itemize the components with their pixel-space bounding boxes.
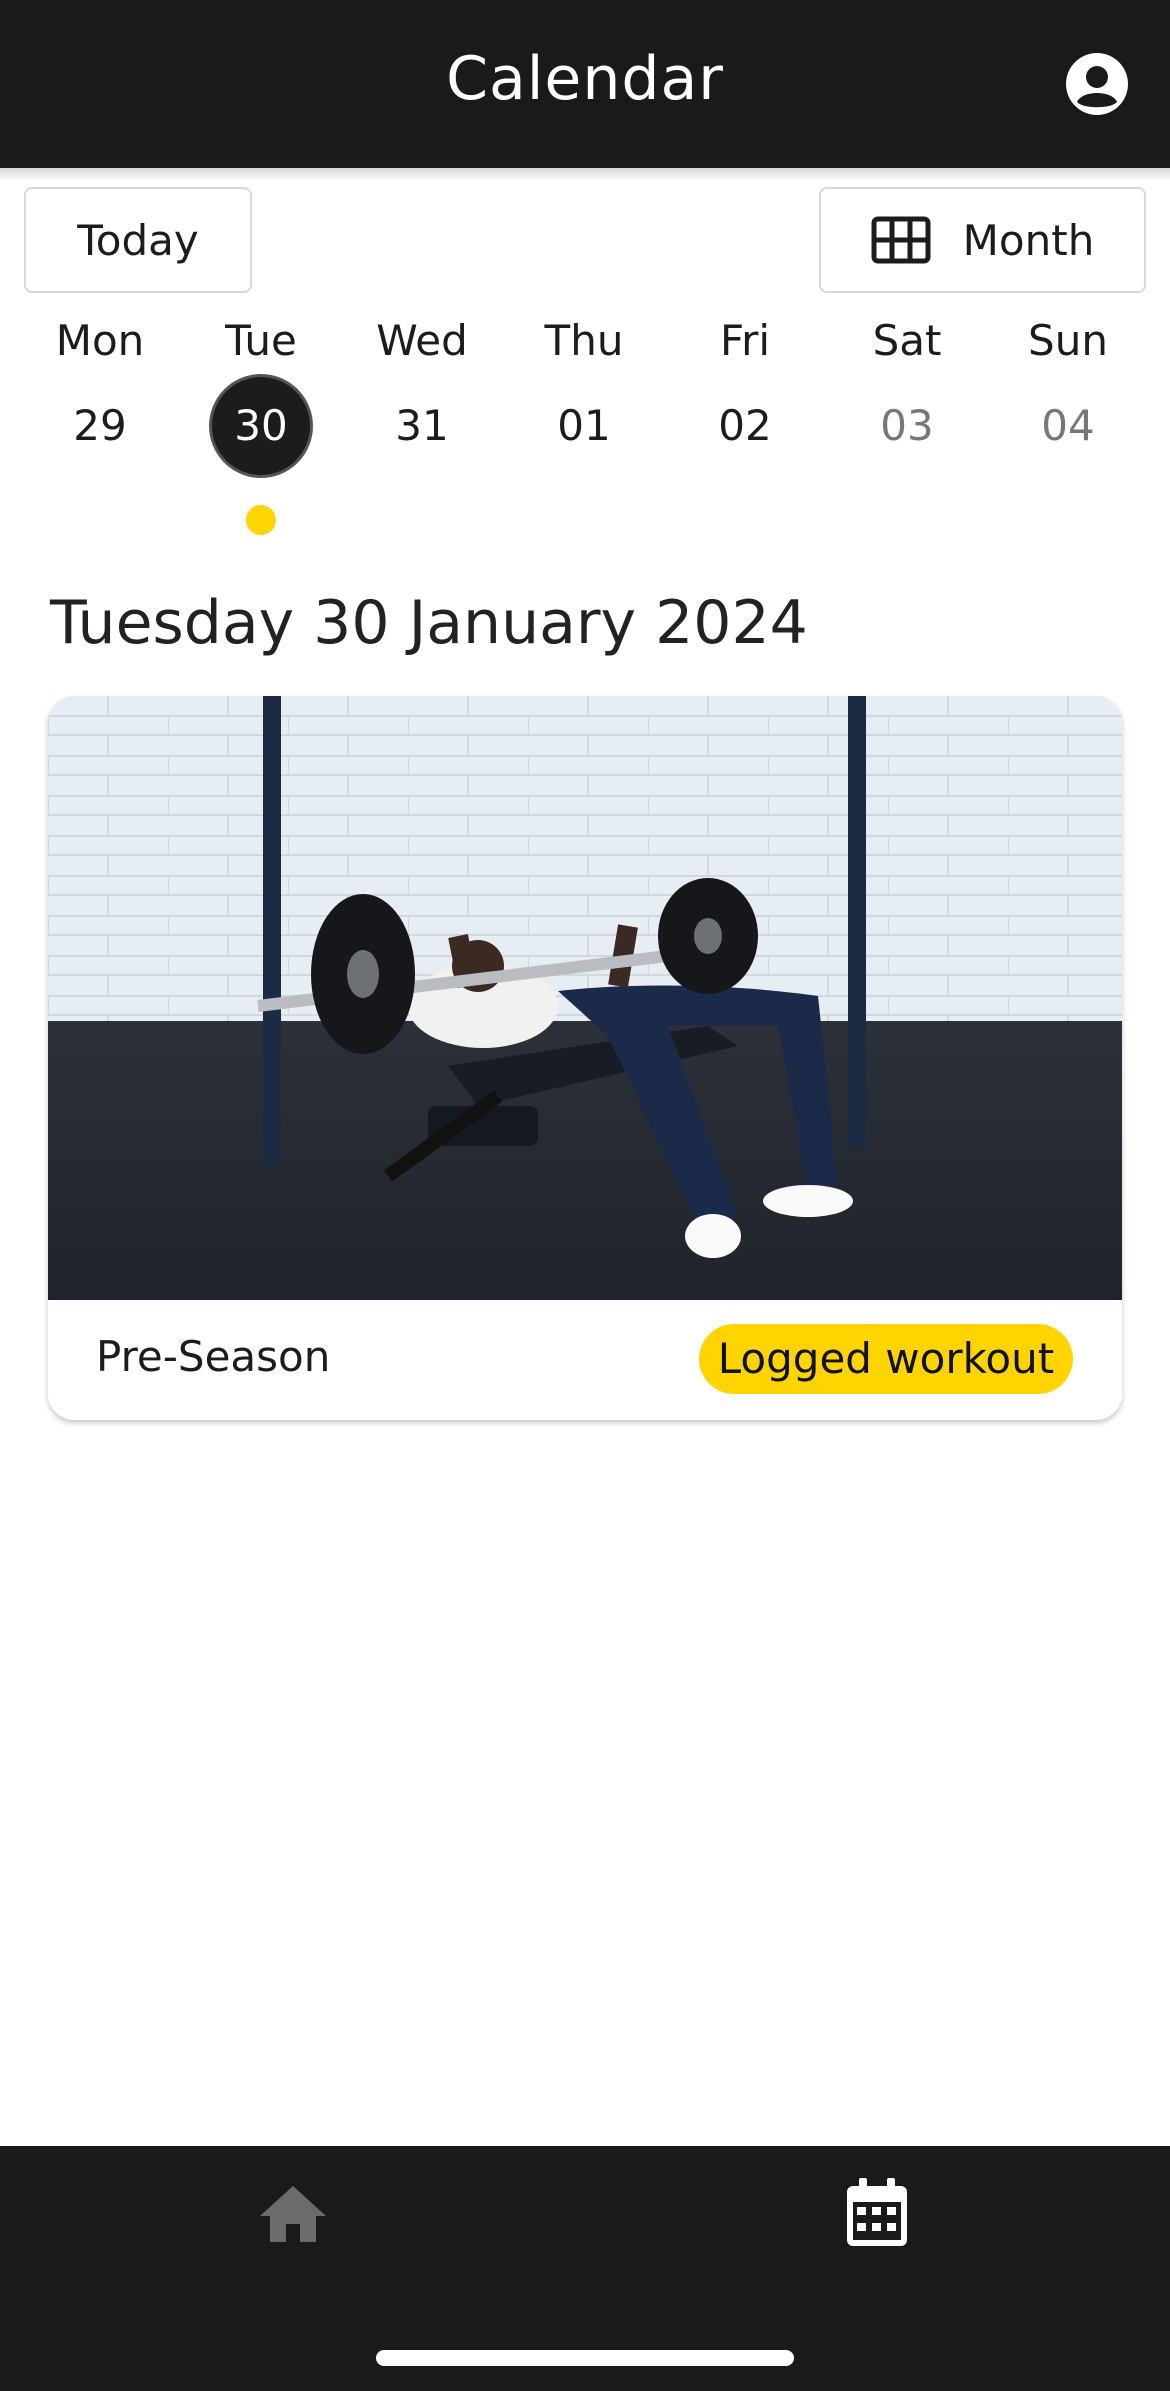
nav-calendar-button[interactable] <box>846 2178 908 2248</box>
day-number[interactable]: 03 <box>855 374 959 478</box>
grid-icon <box>871 216 931 264</box>
event-indicator-dot <box>246 505 276 535</box>
day-number[interactable]: 01 <box>532 374 636 478</box>
day-number[interactable]: 02 <box>693 374 797 478</box>
day-name: Wed <box>376 316 468 365</box>
page-title: Calendar <box>446 44 724 114</box>
workout-title: Pre-Season <box>96 1332 331 1381</box>
home-indicator <box>376 2350 794 2366</box>
month-view-button[interactable]: Month <box>819 187 1146 293</box>
month-label: Month <box>962 215 1095 265</box>
profile-button[interactable] <box>1065 52 1129 116</box>
today-button[interactable]: Today <box>24 187 252 293</box>
top-app-bar: Calendar <box>0 0 1170 168</box>
day-name: Mon <box>55 316 145 365</box>
calendar-icon <box>847 2178 907 2246</box>
workout-card[interactable]: Pre-Season Logged workout <box>48 696 1122 1420</box>
nav-home-button[interactable] <box>258 2184 328 2244</box>
workout-image <box>48 696 1122 1300</box>
today-label: Today <box>77 215 199 265</box>
day-number-selected[interactable]: 30 <box>209 374 313 478</box>
day-number[interactable]: 29 <box>48 374 152 478</box>
day-name: Thu <box>544 316 624 365</box>
account-circle-icon <box>1066 53 1128 115</box>
selected-date-heading: Tuesday 30 January 2024 <box>50 588 808 658</box>
week-strip: Mon 29 Tue 30 Wed 31 Thu 01 Fri 02 Sat 0… <box>0 312 1170 542</box>
day-name: Tue <box>225 316 297 365</box>
home-icon <box>260 2186 326 2242</box>
day-name: Sun <box>1028 316 1108 365</box>
day-number[interactable]: 04 <box>1016 374 1120 478</box>
day-number[interactable]: 31 <box>370 374 474 478</box>
logged-workout-badge: Logged workout <box>699 1324 1073 1394</box>
day-name: Sat <box>872 316 942 365</box>
app-bar-shadow <box>0 168 1170 182</box>
day-name: Fri <box>719 316 771 365</box>
